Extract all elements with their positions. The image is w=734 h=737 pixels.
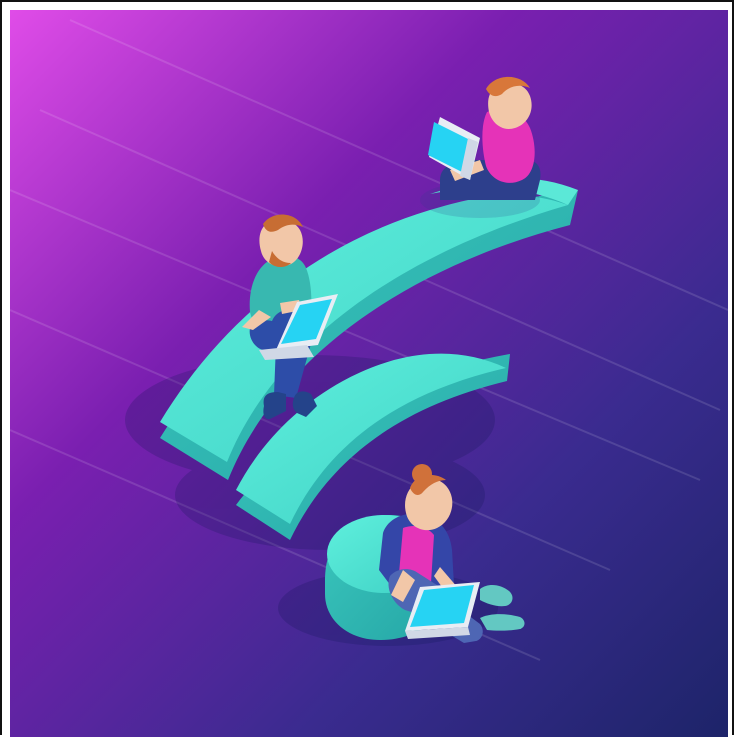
image-frame <box>0 0 734 737</box>
wifi-illustration-svg <box>10 10 728 737</box>
illustration <box>10 10 728 737</box>
